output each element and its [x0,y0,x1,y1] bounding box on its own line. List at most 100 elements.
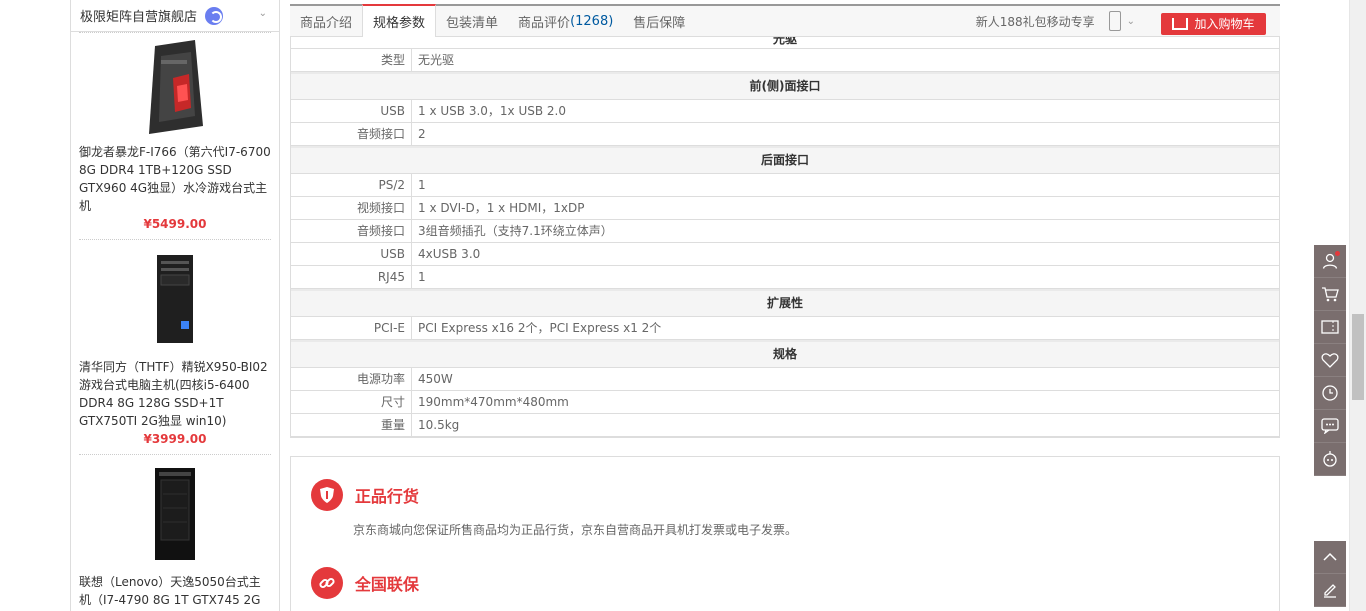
list-item[interactable]: 御龙者暴龙F-I766（第六代I7-6700 8G DDR4 1TB+120G … [79,32,271,239]
chevron-up-icon [1323,552,1337,561]
spec-value: 1 [418,178,426,192]
table-row: 尺寸 190mm*470mm*480mm [291,391,1279,414]
mobile-promo[interactable]: 新人188礼包移动专享 ⌄ 加入购物车 [976,6,1280,36]
spec-value: 1 x DVI-D，1 x HDMI，1xDP [418,201,585,215]
cart-icon [1172,17,1189,30]
spec-label: 音频接口 [291,220,412,242]
scrollbar-thumb[interactable] [1352,314,1364,400]
spec-label: PS/2 [291,174,412,196]
edit-icon [1324,584,1336,598]
notification-dot [1335,251,1340,256]
spec-value: 2 [418,127,426,141]
table-row: 音频接口 3组音频插孔（支持7.1环绕立体声） [291,220,1279,243]
chevron-down-icon[interactable]: ⌄ [1127,16,1135,27]
cart-icon [1322,287,1339,302]
spec-label: 类型 [291,49,412,71]
section-heading: 规格 [291,340,1279,368]
spec-value: 10.5kg [418,418,460,432]
shop-sidebar: 极限矩阵自营旗舰店 ⌄ 御龙者暴龙F-I766（第六代I7-6700 8G DD… [70,0,280,611]
table-row: PCI-E PCI Express x16 2个，PCI Express x1 … [291,317,1279,340]
section-heading-optical: 光驱 [291,37,1279,49]
link-icon [311,567,343,599]
back-to-top-button[interactable] [1314,541,1346,574]
table-row: 音频接口 2 [291,123,1279,146]
spec-value: 3组音频插孔（支持7.1环绕立体声） [418,224,613,238]
spec-label: USB [291,100,412,122]
history-button[interactable] [1314,377,1346,410]
product-price: ¥3999.00 [143,432,207,446]
customer-service-button[interactable] [1314,443,1346,476]
account-button[interactable] [1314,245,1346,278]
add-to-cart-button[interactable]: 加入购物车 [1161,12,1266,35]
tab-after-sales[interactable]: 售后保障 [623,6,695,36]
product-image-pc-tower[interactable] [87,240,263,358]
spec-label: 音频接口 [291,123,412,145]
tab-packing-list[interactable]: 包装清单 [436,6,508,36]
guarantee-genuine: 正品行货 京东商城向您保证所售商品均为正品行货，京东自营商品开具机打发票或电子发… [311,479,797,538]
feedback-button[interactable] [1314,574,1346,607]
spec-label: 尺寸 [291,391,412,413]
spec-label: 电源功率 [291,368,412,390]
following-button[interactable] [1314,311,1346,344]
table-row: USB 4xUSB 3.0 [291,243,1279,266]
service-guarantee: 正品行货 京东商城向您保证所售商品均为正品行货，京东自营商品开具机打发票或电子发… [290,456,1280,611]
page-scrollbar[interactable] [1349,0,1366,611]
section-heading: 扩展性 [291,289,1279,317]
spec-value: 1 [418,270,426,284]
table-row: 视频接口 1 x DVI-D，1 x HDMI，1xDP [291,197,1279,220]
chevron-down-icon[interactable]: ⌄ [259,8,267,19]
heart-icon [1321,353,1339,368]
clock-icon [1322,385,1338,401]
side-toolbar [1314,245,1346,476]
detail-tabbar: 商品介绍 规格参数 包装清单 商品评价 (1268) 售后保障 新人188礼包移动… [290,4,1280,37]
qr-phone-icon[interactable] [1108,11,1121,31]
table-row: RJ45 1 [291,266,1279,289]
spec-label: PCI-E [291,317,412,339]
table-row: 类型 无光驱 [291,49,1279,72]
guarantee-title: 正品行货 [354,487,419,506]
add-to-cart-label: 加入购物车 [1194,17,1255,31]
messages-button[interactable] [1314,410,1346,443]
table-row: 重量 10.5kg [291,414,1279,437]
spec-value: 无光驱 [418,53,455,67]
spec-label: 视频接口 [291,197,412,219]
promo-text: 新人188礼包移动专享 [975,14,1095,29]
section-heading: 后面接口 [291,146,1279,174]
favorites-button[interactable] [1314,344,1346,377]
section-heading: 前(侧)面接口 [291,72,1279,100]
table-row: 电源功率 450W [291,368,1279,391]
table-row: USB 1 x USB 3.0，1x USB 2.0 [291,100,1279,123]
product-image-lenovo-tower[interactable] [87,455,263,573]
tab-intro[interactable]: 商品介绍 [290,6,362,36]
spec-label: USB [291,243,412,265]
product-price: ¥5499.00 [143,217,207,231]
shop-name[interactable]: 极限矩阵自营旗舰店 [80,6,197,25]
shield-icon [311,479,343,511]
spec-value: 1 x USB 3.0，1x USB 2.0 [418,104,566,118]
message-icon [1321,418,1339,434]
tab-reviews-label: 商品评价 [518,15,571,31]
spec-value: 4xUSB 3.0 [418,247,481,261]
guarantee-desc: 京东商城向您保证所售商品均为正品行货，京东自营商品开具机打发票或电子发票。 [353,523,798,537]
tab-specs[interactable]: 规格参数 [362,4,437,37]
product-title[interactable]: 御龙者暴龙F-I766（第六代I7-6700 8G DDR4 1TB+120G … [79,143,271,215]
guarantee-title: 全国联保 [354,575,419,594]
chat-icon[interactable] [205,6,224,25]
list-item[interactable]: 联想（Lenovo）天逸5050台式主机（I7-4790 8G 1T GTX74… [79,454,271,611]
spec-value: 450W [418,372,453,386]
spec-label: 重量 [291,414,412,436]
spec-value: 190mm*470mm*480mm [418,395,569,409]
spec-table: 光驱 类型 无光驱 前(侧)面接口 USB 1 x USB 3.0，1x USB… [290,37,1280,438]
product-title[interactable]: 清华同方（THTF）精锐X950-BI02 游戏台式电脑主机(四核i5-6400… [79,358,271,430]
product-title[interactable]: 联想（Lenovo）天逸5050台式主机（I7-4790 8G 1T GTX74… [79,573,271,611]
table-row: PS/2 1 [291,174,1279,197]
product-image-pc-case-red[interactable] [87,33,263,143]
shop-header[interactable]: 极限矩阵自营旗舰店 ⌄ [71,0,279,32]
side-toolbar-bottom [1314,541,1346,607]
robot-icon [1323,451,1337,467]
guarantee-warranty: 全国联保 [311,567,419,599]
tab-reviews[interactable]: 商品评价 (1268) [508,6,623,36]
review-count: (1268) [570,13,614,29]
cart-button[interactable] [1314,278,1346,311]
list-item[interactable]: 清华同方（THTF）精锐X950-BI02 游戏台式电脑主机(四核i5-6400… [79,239,271,454]
